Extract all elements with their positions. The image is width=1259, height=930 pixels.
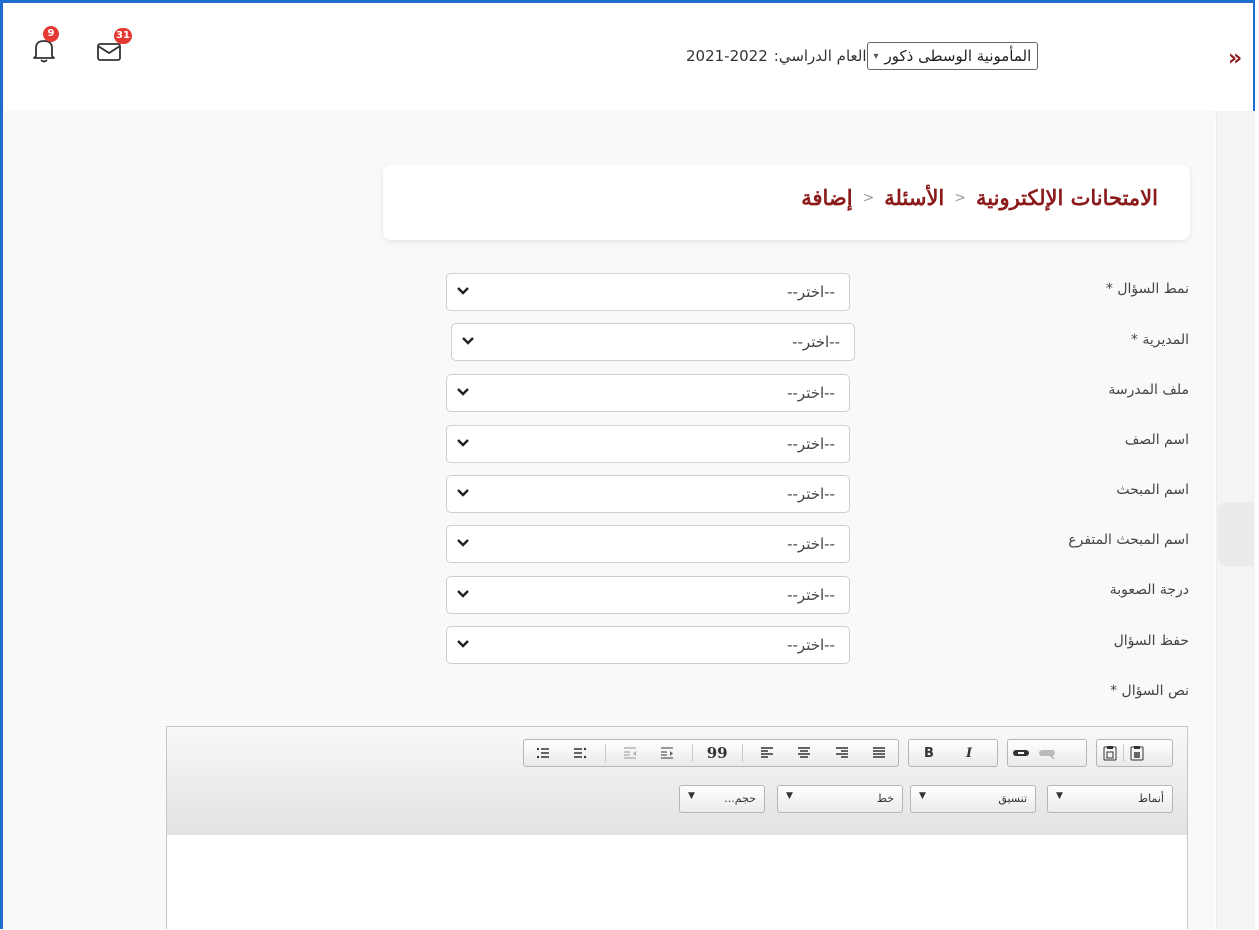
toolbar-separator bbox=[604, 744, 606, 762]
select-value: --اختر-- bbox=[787, 384, 835, 402]
breadcrumb-item-questions[interactable]: الأسئلة bbox=[884, 185, 944, 210]
chevron-down-icon bbox=[457, 539, 469, 547]
top-bar bbox=[3, 3, 1253, 111]
toolbar-separator bbox=[741, 744, 743, 762]
select-value: --اختر-- bbox=[787, 283, 835, 301]
difficulty-select[interactable]: --اختر-- bbox=[446, 576, 850, 614]
paragraph-group: 99 bbox=[523, 739, 899, 767]
mail-icon[interactable]: 31 bbox=[96, 28, 132, 64]
italic-button[interactable]: I bbox=[949, 740, 989, 766]
select-value: --اختر-- bbox=[787, 535, 835, 553]
chevron-down-icon bbox=[457, 287, 469, 295]
indent-icon[interactable] bbox=[654, 740, 680, 766]
format-combo[interactable]: تنسيق ▼ bbox=[910, 785, 1036, 813]
list-bullet-icon[interactable] bbox=[567, 740, 593, 766]
chevron-down-icon bbox=[462, 337, 474, 345]
breadcrumb-separator-icon: < bbox=[862, 189, 875, 206]
editor-toolbar: B I 99 أنماط ▼ تنسيق ▼ خط ▼ حجم... ▼ bbox=[167, 727, 1187, 836]
breadcrumb: الامتحانات الإلكترونية < الأسئلة < إضافة bbox=[801, 185, 1158, 210]
combo-label: تنسيق bbox=[998, 792, 1027, 805]
list-numbered-icon[interactable] bbox=[530, 740, 556, 766]
breadcrumb-separator-icon: < bbox=[954, 189, 966, 206]
chevron-down-icon bbox=[457, 640, 469, 648]
blockquote-button[interactable]: 99 bbox=[704, 740, 730, 766]
year-label: العام الدراسي: bbox=[773, 47, 867, 65]
bold-button[interactable]: B bbox=[909, 740, 949, 766]
rail-toggle[interactable] bbox=[1218, 502, 1254, 566]
breadcrumb-item-exams[interactable]: الامتحانات الإلكترونية bbox=[976, 185, 1158, 210]
academic-year: المأمونية الوسطى ذكور ▾ العام الدراسي: 2… bbox=[686, 42, 1039, 70]
chevron-down-icon bbox=[457, 439, 469, 447]
question-text-editor: B I 99 أنماط ▼ تنسيق ▼ خط ▼ حجم... ▼ bbox=[166, 726, 1188, 930]
notifications-badge: 9 bbox=[43, 26, 59, 42]
label-sub-subject-name: اسم المبحث المتفرع bbox=[1068, 532, 1189, 548]
align-center-icon[interactable] bbox=[791, 740, 817, 766]
font-combo[interactable]: خط ▼ bbox=[777, 785, 903, 813]
select-value: --اختر-- bbox=[787, 485, 835, 503]
class-name-select[interactable]: --اختر-- bbox=[446, 425, 850, 463]
save-question-select[interactable]: --اختر-- bbox=[446, 626, 850, 664]
school-file-select[interactable]: --اختر-- bbox=[446, 374, 850, 412]
label-question-text: نص السؤال * bbox=[1110, 683, 1189, 699]
caret-down-icon: ▼ bbox=[688, 791, 695, 801]
editor-body[interactable] bbox=[167, 835, 1187, 930]
label-difficulty: درجة الصعوبة bbox=[1109, 582, 1189, 598]
styles-combo[interactable]: أنماط ▼ bbox=[1047, 785, 1173, 813]
school-select[interactable]: المأمونية الوسطى ذكور ▾ bbox=[866, 42, 1039, 70]
size-combo[interactable]: حجم... ▼ bbox=[679, 785, 765, 813]
messages-badge: 31 bbox=[114, 28, 132, 44]
align-right-icon[interactable] bbox=[829, 740, 855, 766]
caret-down-icon: ▼ bbox=[1056, 791, 1063, 801]
subject-name-select[interactable]: --اختر-- bbox=[446, 475, 850, 513]
select-value: --اختر-- bbox=[787, 586, 835, 604]
label-subject-name: اسم المبحث bbox=[1116, 482, 1189, 498]
school-select-value: المأمونية الوسطى ذكور bbox=[884, 47, 1032, 65]
directorate-select[interactable]: --اختر-- bbox=[451, 323, 855, 361]
question-type-select[interactable]: --اختر-- bbox=[446, 273, 850, 311]
unlink-icon[interactable] bbox=[1008, 740, 1034, 766]
breadcrumb-item-add: إضافة bbox=[801, 185, 853, 210]
label-save-question: حفظ السؤال bbox=[1113, 633, 1189, 649]
align-justify-icon[interactable] bbox=[866, 740, 892, 766]
link-group bbox=[1007, 739, 1087, 767]
paste-group bbox=[1096, 739, 1173, 767]
sub-subject-select[interactable]: --اختر-- bbox=[446, 525, 850, 563]
caret-down-icon: ▾ bbox=[873, 50, 879, 62]
combo-label: أنماط bbox=[1137, 792, 1164, 805]
year-value: 2021-2022 bbox=[686, 47, 768, 65]
select-value: --اختر-- bbox=[792, 333, 840, 351]
chevron-down-icon bbox=[457, 489, 469, 497]
paste-text-icon[interactable] bbox=[1124, 740, 1150, 766]
select-value: --اختر-- bbox=[787, 435, 835, 453]
outdent-icon[interactable] bbox=[617, 740, 643, 766]
format-group: B I bbox=[908, 739, 998, 767]
combo-label: خط bbox=[876, 792, 894, 805]
caret-down-icon: ▼ bbox=[919, 791, 926, 801]
paste-icon[interactable] bbox=[1097, 740, 1123, 766]
label-class-name: اسم الصف bbox=[1124, 432, 1189, 448]
align-left-icon[interactable] bbox=[754, 740, 780, 766]
double-chevron-right-icon[interactable]: ›› bbox=[1228, 46, 1242, 71]
label-question-type: نمط السؤال * bbox=[1105, 281, 1189, 297]
label-directorate: المديرية * bbox=[1130, 332, 1189, 348]
link-icon[interactable] bbox=[1034, 740, 1060, 766]
toolbar-separator bbox=[691, 744, 693, 762]
label-school-file: ملف المدرسة bbox=[1108, 382, 1189, 398]
chevron-down-icon bbox=[457, 388, 469, 396]
chevron-down-icon bbox=[457, 590, 469, 598]
combo-label: حجم... bbox=[724, 792, 756, 805]
bell-icon[interactable]: 9 bbox=[31, 26, 59, 64]
caret-down-icon: ▼ bbox=[786, 791, 793, 801]
breadcrumb-card: الامتحانات الإلكترونية < الأسئلة < إضافة bbox=[383, 165, 1190, 240]
select-value: --اختر-- bbox=[787, 636, 835, 654]
